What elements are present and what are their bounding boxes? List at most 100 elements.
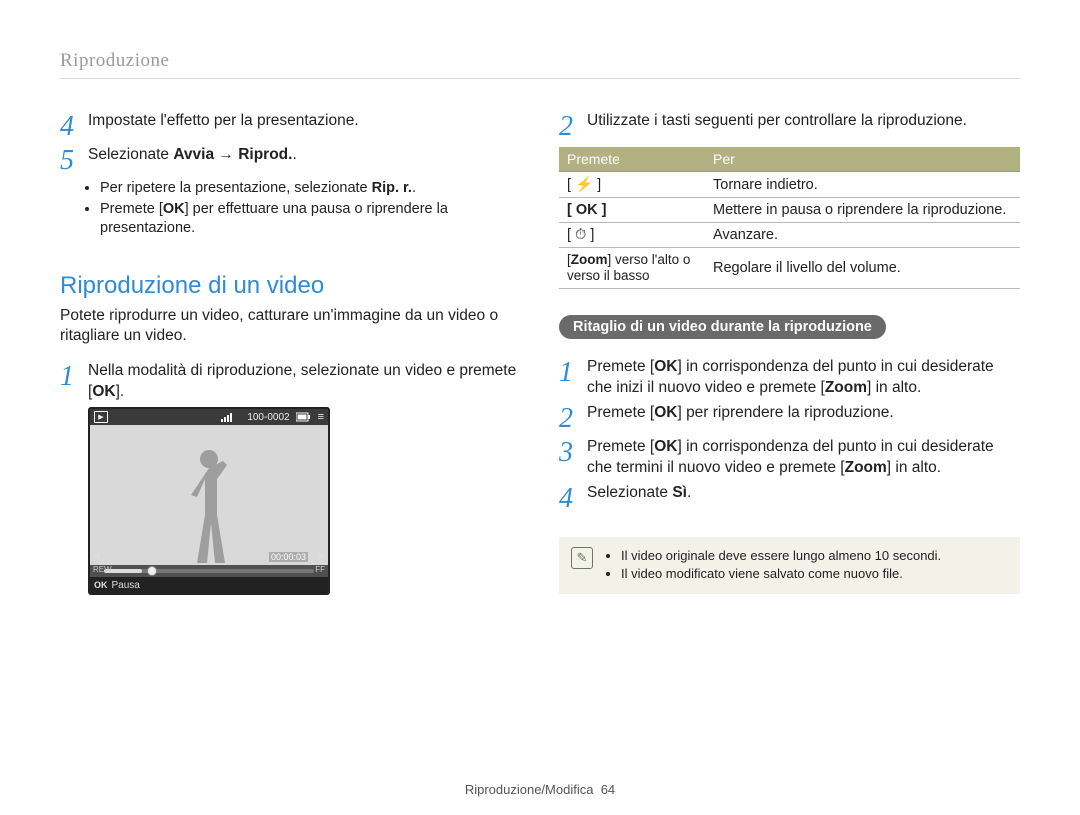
menu-bars-icon: ≡ (318, 411, 324, 423)
th-press: Premete (559, 147, 705, 172)
th-for: Per (705, 147, 1020, 172)
right-column: 2 Utilizzate i tasti seguenti per contro… (559, 107, 1020, 595)
cell: Tornare indietro. (705, 172, 1020, 198)
battery-icon (296, 412, 312, 422)
note-item: Il video originale deve essere lungo alm… (621, 548, 941, 565)
step5-prefix: Selezionate (88, 146, 173, 163)
t: OK (654, 438, 677, 455)
t: Sì (672, 484, 687, 501)
device-screenshot: ▶ 100-0002 ≡ ◀ ▶ 00:00:03 REW F (88, 407, 330, 595)
t: OK (654, 404, 677, 421)
play-indicator-icon: ▶ (94, 411, 108, 423)
left-step-1: 1 Nella modalità di riproduzione, selezi… (60, 361, 521, 403)
device-statusbar: ▶ 100-0002 ≡ (90, 409, 328, 425)
header-rule (60, 78, 1020, 79)
progress-knob-icon (147, 566, 157, 576)
ff-label: FF (315, 565, 325, 574)
step-text: Premete [OK] in corrispondenza del punto… (587, 357, 1020, 399)
step-number: 3 (559, 437, 587, 467)
file-counter: 100-0002 (247, 412, 289, 423)
step-text: Impostate l'effetto per la presentazione… (88, 111, 521, 132)
device-video-area (90, 425, 328, 565)
page-footer: Riproduzione/Modifica 64 (0, 782, 1080, 797)
elapsed-time: 00:00:03 (269, 552, 308, 562)
ok-icon: [ OK ] (567, 202, 606, 218)
t: ] in alto. (887, 459, 941, 476)
t: OK (654, 358, 677, 375)
table-row: [ ⏱ ] Avanzare. (559, 223, 1020, 248)
step-text: Premete [OK] in corrispondenza del punto… (587, 437, 1020, 479)
trim-step-3: 3 Premete [OK] in corrispondenza del pun… (559, 437, 1020, 479)
device-footer: OK Pausa (90, 577, 328, 593)
trim-step-1: 1 Premete [OK] in corrispondenza del pun… (559, 357, 1020, 399)
arrow-right-icon: ▶ (318, 551, 326, 562)
pause-label: Pausa (112, 580, 140, 591)
note-icon: ✎ (571, 547, 593, 569)
right-step-2-top: 2 Utilizzate i tasti seguenti per contro… (559, 111, 1020, 141)
table-row: [ ⚡ ] Tornare indietro. (559, 172, 1020, 198)
subheading-pill: Ritaglio di un video durante la riproduz… (559, 315, 886, 339)
footer-section: Riproduzione/Modifica (465, 782, 594, 797)
t: Zoom (825, 379, 867, 396)
controls-table: Premete Per [ ⚡ ] Tornare indietro. [ OK… (559, 147, 1020, 289)
t: Nella modalità di riproduzione, selezion… (88, 362, 516, 400)
h2-video-playback: Riproduzione di un video (60, 272, 521, 300)
t: Selezionate (587, 484, 672, 501)
step-4: 4 Impostate l'effetto per la presentazio… (60, 111, 521, 141)
person-silhouette-icon (179, 445, 239, 565)
step-number: 5 (60, 145, 88, 175)
cell: Mettere in pausa o riprendere la riprodu… (705, 198, 1020, 223)
step5-suffix: . (292, 146, 296, 163)
note-item: Il video modificato viene salvato come n… (621, 566, 941, 583)
footer-page-number: 64 (601, 782, 615, 797)
t: OK (92, 383, 115, 400)
step5-bullets: Per ripetere la presentazione, seleziona… (60, 179, 521, 238)
step-text: Selezionate Sì. (587, 483, 1020, 504)
arrow-left-icon: ◀ (92, 551, 100, 562)
note-box: ✎ Il video originale deve essere lungo a… (559, 537, 1020, 594)
section-header: Riproduzione (60, 50, 1020, 72)
timer-icon: [ ⏱ ] (567, 227, 594, 243)
table-row: [ OK ] Mettere in pausa o riprendere la … (559, 198, 1020, 223)
left-column: 4 Impostate l'effetto per la presentazio… (60, 107, 521, 595)
trim-step-4: 4 Selezionate Sì. (559, 483, 1020, 513)
step-number: 2 (559, 403, 587, 433)
t: Per ripetere la presentazione, seleziona… (100, 180, 372, 196)
step-number: 4 (559, 483, 587, 513)
t: OK (163, 201, 185, 217)
t: Premete [ (587, 438, 654, 455)
flash-icon: [ ⚡ ] (567, 176, 601, 193)
two-column-layout: 4 Impostate l'effetto per la presentazio… (60, 107, 1020, 595)
note-list: Il video originale deve essere lungo alm… (605, 547, 941, 584)
step-text: Utilizzate i tasti seguenti per controll… (587, 111, 1020, 132)
step-number: 2 (559, 111, 587, 141)
device-progress-bar: ◀ ▶ 00:00:03 REW FF (90, 565, 328, 577)
t: Premete [ (587, 358, 654, 375)
step-number: 1 (559, 357, 587, 387)
step-text: Selezionate Avvia → Riprod.. (88, 145, 521, 166)
t: Rip. r. (372, 180, 412, 196)
t: ] per riprendere la riproduzione. (677, 404, 893, 421)
step-number: 4 (60, 111, 88, 141)
step-text: Premete [OK] per riprendere la riproduzi… (587, 403, 1020, 424)
table-row: [Zoom] verso l'alto o verso il basso Reg… (559, 248, 1020, 289)
volume-bars-icon (221, 412, 241, 422)
t: ] in alto. (867, 379, 921, 396)
step-5: 5 Selezionate Avvia → Riprod.. (60, 145, 521, 175)
zoom-label: Zoom (571, 252, 608, 267)
step-text: Nella modalità di riproduzione, selezion… (88, 361, 521, 403)
trim-step-2: 2 Premete [OK] per riprendere la riprodu… (559, 403, 1020, 433)
step-number: 1 (60, 361, 88, 391)
ok-label: OK (94, 580, 108, 590)
bullet: Per ripetere la presentazione, seleziona… (100, 179, 521, 198)
table-header-row: Premete Per (559, 147, 1020, 172)
step5-bold: Avvia → Riprod. (173, 146, 292, 163)
bullet: Premete [OK] per effettuare una pausa o … (100, 200, 521, 238)
cell: Avanzare. (705, 223, 1020, 248)
t: Premete [ (587, 404, 654, 421)
t: Premete [ (100, 201, 163, 217)
cell: Regolare il livello del volume. (705, 248, 1020, 289)
t: . (687, 484, 691, 501)
t: Zoom (845, 459, 887, 476)
t: ]. (116, 383, 125, 400)
